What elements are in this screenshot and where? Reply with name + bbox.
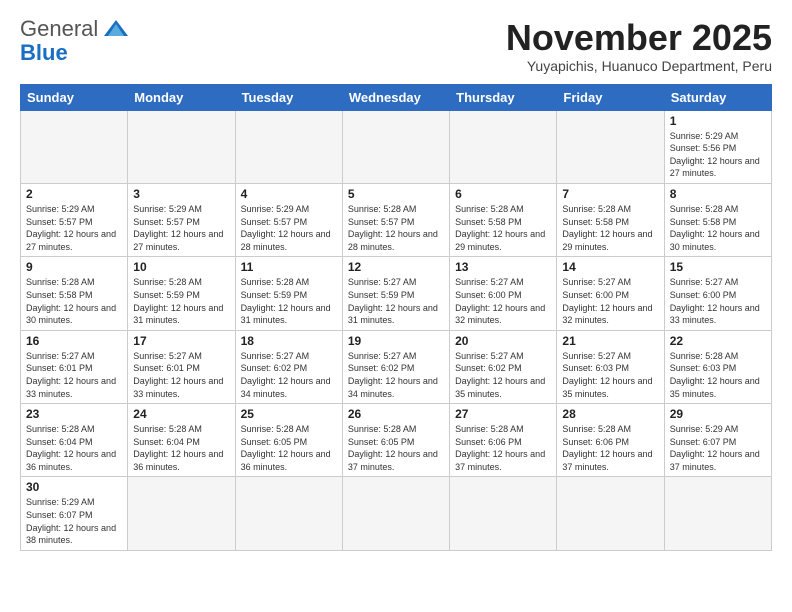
- header-sunday: Sunday: [21, 84, 128, 110]
- empty-cell: [342, 110, 449, 183]
- month-title: November 2025: [506, 18, 772, 58]
- logo: General Blue: [20, 18, 130, 66]
- day-30: 30 Sunrise: 5:29 AMSunset: 6:07 PMDaylig…: [21, 477, 128, 550]
- day-17: 17 Sunrise: 5:27 AMSunset: 6:01 PMDaylig…: [128, 330, 235, 403]
- day-22: 22 Sunrise: 5:28 AMSunset: 6:03 PMDaylig…: [664, 330, 771, 403]
- header-tuesday: Tuesday: [235, 84, 342, 110]
- day-24: 24 Sunrise: 5:28 AMSunset: 6:04 PMDaylig…: [128, 404, 235, 477]
- day-16: 16 Sunrise: 5:27 AMSunset: 6:01 PMDaylig…: [21, 330, 128, 403]
- header-thursday: Thursday: [450, 84, 557, 110]
- day-10: 10 Sunrise: 5:28 AMSunset: 5:59 PMDaylig…: [128, 257, 235, 330]
- day-1: 1 Sunrise: 5:29 AM Sunset: 5:56 PM Dayli…: [664, 110, 771, 183]
- empty-cell: [235, 477, 342, 550]
- logo-general: General: [20, 18, 98, 40]
- empty-cell: [450, 477, 557, 550]
- day-20: 20 Sunrise: 5:27 AMSunset: 6:02 PMDaylig…: [450, 330, 557, 403]
- day-9: 9 Sunrise: 5:28 AMSunset: 5:58 PMDayligh…: [21, 257, 128, 330]
- week-row-4: 16 Sunrise: 5:27 AMSunset: 6:01 PMDaylig…: [21, 330, 772, 403]
- page: General Blue November 2025 Yuyapichis, H…: [0, 0, 792, 561]
- subtitle: Yuyapichis, Huanuco Department, Peru: [506, 58, 772, 74]
- day-12: 12 Sunrise: 5:27 AMSunset: 5:59 PMDaylig…: [342, 257, 449, 330]
- day-27: 27 Sunrise: 5:28 AMSunset: 6:06 PMDaylig…: [450, 404, 557, 477]
- empty-cell: [557, 477, 664, 550]
- week-row-2: 2 Sunrise: 5:29 AMSunset: 5:57 PMDayligh…: [21, 183, 772, 256]
- calendar: Sunday Monday Tuesday Wednesday Thursday…: [20, 84, 772, 551]
- empty-cell: [557, 110, 664, 183]
- empty-cell: [342, 477, 449, 550]
- day-25: 25 Sunrise: 5:28 AMSunset: 6:05 PMDaylig…: [235, 404, 342, 477]
- week-row-6: 30 Sunrise: 5:29 AMSunset: 6:07 PMDaylig…: [21, 477, 772, 550]
- empty-cell: [235, 110, 342, 183]
- header: General Blue November 2025 Yuyapichis, H…: [20, 18, 772, 74]
- weekday-header-row: Sunday Monday Tuesday Wednesday Thursday…: [21, 84, 772, 110]
- day-14: 14 Sunrise: 5:27 AMSunset: 6:00 PMDaylig…: [557, 257, 664, 330]
- week-row-5: 23 Sunrise: 5:28 AMSunset: 6:04 PMDaylig…: [21, 404, 772, 477]
- week-row-3: 9 Sunrise: 5:28 AMSunset: 5:58 PMDayligh…: [21, 257, 772, 330]
- empty-cell: [664, 477, 771, 550]
- day-8: 8 Sunrise: 5:28 AMSunset: 5:58 PMDayligh…: [664, 183, 771, 256]
- title-block: November 2025 Yuyapichis, Huanuco Depart…: [506, 18, 772, 74]
- day-15: 15 Sunrise: 5:27 AMSunset: 6:00 PMDaylig…: [664, 257, 771, 330]
- day-29: 29 Sunrise: 5:29 AMSunset: 6:07 PMDaylig…: [664, 404, 771, 477]
- empty-cell: [128, 110, 235, 183]
- day-18: 18 Sunrise: 5:27 AMSunset: 6:02 PMDaylig…: [235, 330, 342, 403]
- day-19: 19 Sunrise: 5:27 AMSunset: 6:02 PMDaylig…: [342, 330, 449, 403]
- day-23: 23 Sunrise: 5:28 AMSunset: 6:04 PMDaylig…: [21, 404, 128, 477]
- day-26: 26 Sunrise: 5:28 AMSunset: 6:05 PMDaylig…: [342, 404, 449, 477]
- day-6: 6 Sunrise: 5:28 AMSunset: 5:58 PMDayligh…: [450, 183, 557, 256]
- week-row-1: 1 Sunrise: 5:29 AM Sunset: 5:56 PM Dayli…: [21, 110, 772, 183]
- day-21: 21 Sunrise: 5:27 AMSunset: 6:03 PMDaylig…: [557, 330, 664, 403]
- empty-cell: [21, 110, 128, 183]
- empty-cell: [128, 477, 235, 550]
- header-wednesday: Wednesday: [342, 84, 449, 110]
- day-28: 28 Sunrise: 5:28 AMSunset: 6:06 PMDaylig…: [557, 404, 664, 477]
- day-13: 13 Sunrise: 5:27 AMSunset: 6:00 PMDaylig…: [450, 257, 557, 330]
- day-3: 3 Sunrise: 5:29 AMSunset: 5:57 PMDayligh…: [128, 183, 235, 256]
- day-5: 5 Sunrise: 5:28 AMSunset: 5:57 PMDayligh…: [342, 183, 449, 256]
- day-4: 4 Sunrise: 5:29 AMSunset: 5:57 PMDayligh…: [235, 183, 342, 256]
- logo-blue-text: Blue: [20, 40, 68, 65]
- day-11: 11 Sunrise: 5:28 AMSunset: 5:59 PMDaylig…: [235, 257, 342, 330]
- header-monday: Monday: [128, 84, 235, 110]
- header-friday: Friday: [557, 84, 664, 110]
- empty-cell: [450, 110, 557, 183]
- logo-icon: [102, 18, 130, 40]
- header-saturday: Saturday: [664, 84, 771, 110]
- day-2: 2 Sunrise: 5:29 AMSunset: 5:57 PMDayligh…: [21, 183, 128, 256]
- day-7: 7 Sunrise: 5:28 AMSunset: 5:58 PMDayligh…: [557, 183, 664, 256]
